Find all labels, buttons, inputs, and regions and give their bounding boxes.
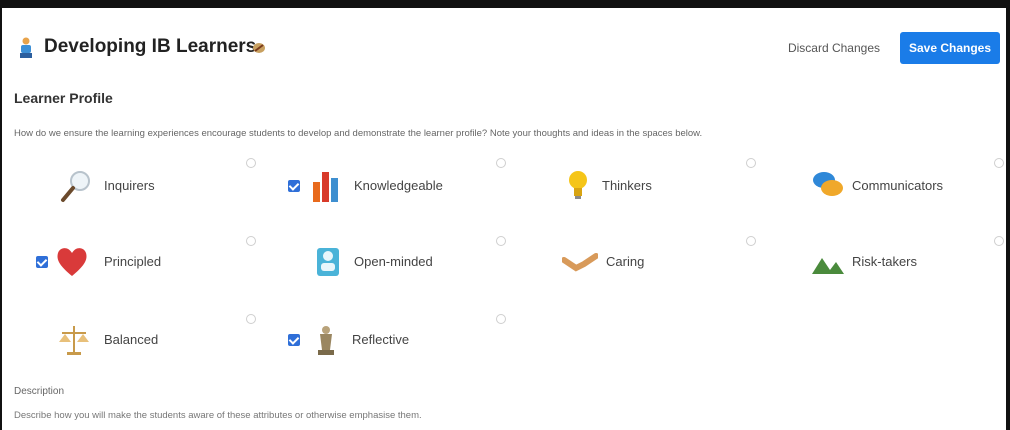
info-icon[interactable] — [994, 158, 1004, 168]
principled-checkbox[interactable] — [36, 256, 48, 268]
reflective-checkbox[interactable] — [288, 334, 300, 346]
attribute-label: Balanced — [104, 332, 159, 347]
scales-icon — [59, 326, 89, 355]
info-icon[interactable] — [246, 236, 256, 246]
attribute-label: Knowledgeable — [354, 178, 443, 193]
heart-icon — [57, 248, 87, 276]
learner-profile-grid: Inquirers Knowledgeable Thinkers Communi… — [0, 0, 1010, 430]
attribute-inquirers[interactable]: Inquirers — [50, 166, 250, 206]
attribute-knowledgeable[interactable]: Knowledgeable — [288, 166, 488, 206]
knowledgeable-checkbox[interactable] — [288, 180, 300, 192]
attribute-thinkers[interactable]: Thinkers — [560, 166, 760, 206]
attribute-label: Reflective — [352, 332, 410, 347]
person-icon — [317, 248, 339, 276]
bar-chart-icon — [313, 172, 338, 202]
attribute-label: Communicators — [852, 178, 944, 193]
info-icon[interactable] — [994, 236, 1004, 246]
info-icon[interactable] — [746, 236, 756, 246]
attribute-principled[interactable]: Principled — [36, 242, 246, 282]
attribute-communicators[interactable]: Communicators — [810, 166, 1000, 206]
attribute-open-minded[interactable]: Open-minded — [310, 242, 500, 282]
description-label: Description — [14, 386, 65, 397]
attribute-reflective[interactable]: Reflective — [288, 320, 488, 360]
attribute-label: Risk-takers — [852, 254, 918, 269]
attribute-label: Inquirers — [104, 178, 155, 193]
magnifier-icon — [61, 171, 90, 202]
thinker-statue-icon — [318, 326, 334, 355]
info-icon[interactable] — [246, 158, 256, 168]
attribute-label: Caring — [606, 254, 645, 269]
info-icon[interactable] — [246, 314, 256, 324]
attribute-label: Open-minded — [354, 254, 433, 269]
attribute-caring[interactable]: Caring — [562, 242, 752, 282]
info-icon[interactable] — [496, 314, 506, 324]
info-icon[interactable] — [496, 158, 506, 168]
lightbulb-icon — [569, 171, 587, 199]
handshake-icon — [562, 253, 598, 272]
mountains-icon — [812, 258, 844, 274]
info-icon[interactable] — [496, 236, 506, 246]
attribute-risk-takers[interactable]: Risk-takers — [810, 242, 1000, 282]
attribute-balanced[interactable]: Balanced — [56, 320, 246, 360]
speech-bubbles-icon — [813, 172, 843, 196]
attribute-label: Thinkers — [602, 178, 652, 193]
description-prompt[interactable]: Describe how you will make the students … — [14, 410, 422, 421]
info-icon[interactable] — [746, 158, 756, 168]
attribute-label: Principled — [104, 254, 162, 269]
